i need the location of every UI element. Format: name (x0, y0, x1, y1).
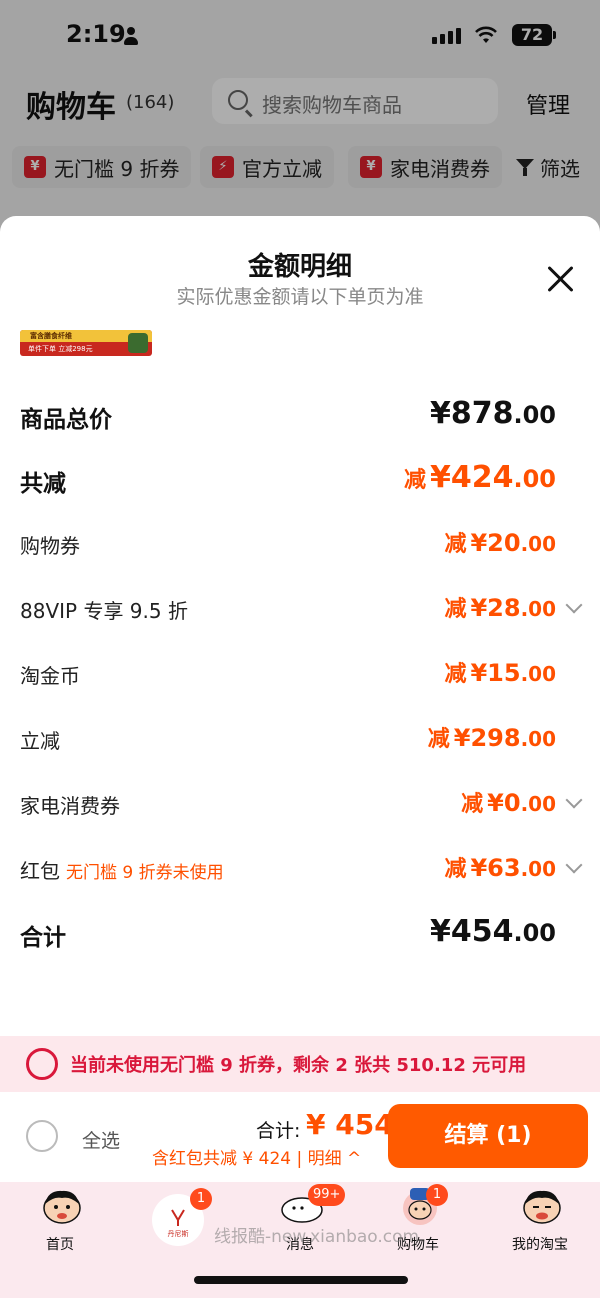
row-label: 家电消费券 (20, 794, 120, 818)
row-label: 合计 (20, 925, 66, 951)
row-value: 减 ¥28.00 (444, 594, 556, 622)
chevron-down-icon[interactable] (565, 596, 583, 614)
row-note: 无门槛 9 折券未使用 (66, 863, 224, 883)
row-label: 商品总价 (20, 407, 112, 433)
checkout-button[interactable]: 结算 (1) (388, 1104, 588, 1168)
product-thumbnail (128, 333, 148, 353)
row-value: 减 ¥424.00 (403, 460, 556, 495)
tab-my-taobao[interactable]: 我的淘宝 (490, 1186, 590, 1256)
coupon-radio[interactable] (26, 1048, 58, 1080)
total-value: ¥ 454 (306, 1108, 394, 1141)
select-all-checkbox[interactable] (26, 1120, 58, 1152)
sheet-title: 金额明细 (247, 252, 352, 282)
row-value: ¥878.00 (429, 396, 556, 431)
row-88vip[interactable]: 88VIP 专享 9.5 折 减 ¥28.00 (20, 591, 583, 631)
tab-label: 我的淘宝 (512, 1237, 568, 1253)
svg-text:丹尼斯: 丹尼斯 (168, 1229, 189, 1238)
close-icon[interactable] (546, 264, 576, 294)
row-value: 减 ¥298.00 (427, 724, 556, 752)
coupon-notice[interactable]: 当前未使用无门槛 9 折券，剩余 2 张共 510.12 元可用 (0, 1036, 600, 1092)
row-shopping-coupon: 购物券 减 ¥20.00 (20, 526, 580, 566)
row-value: 减 ¥15.00 (444, 659, 556, 687)
total-label: 合计: (256, 1120, 301, 1142)
row-label: 立减 (20, 729, 60, 753)
coupon-notice-text: 当前未使用无门槛 9 折券，剩余 2 张共 510.12 元可用 (70, 1055, 527, 1076)
row-total-discount: 共减 减 ¥424.00 (20, 460, 580, 500)
row-red-packet[interactable]: 红包 无门槛 9 折券未使用 减 ¥63.00 (20, 851, 583, 891)
store-badge: 1 (190, 1188, 212, 1210)
tab-store[interactable]: 丹尼斯 1 (128, 1186, 228, 1256)
select-all-label[interactable]: 全选 (82, 1126, 120, 1153)
promo-banner: 富含膳食纤维 单件下单 立减298元 (20, 330, 152, 356)
row-value: 减 ¥0.00 (461, 789, 556, 817)
row-grand-total: 合计 ¥454.00 (20, 914, 580, 954)
tab-home[interactable]: 首页 (10, 1186, 110, 1256)
chevron-down-icon[interactable] (565, 791, 583, 809)
row-label: 88VIP 专享 9.5 折 (20, 599, 188, 623)
row-label: 红包 无门槛 9 折券未使用 (20, 859, 224, 883)
profile-avatar-icon (523, 1190, 561, 1224)
row-goods-total: 商品总价 ¥878.00 (20, 396, 580, 436)
row-label: 购物券 (20, 534, 80, 558)
chevron-down-icon[interactable] (565, 856, 583, 874)
home-avatar-icon (43, 1190, 81, 1224)
row-appliance-coupon[interactable]: 家电消费券 减 ¥0.00 (20, 786, 583, 826)
row-value: ¥454.00 (429, 914, 556, 949)
home-indicator[interactable] (194, 1276, 408, 1284)
row-label: 共减 (20, 471, 66, 497)
row-label: 淘金币 (20, 664, 80, 688)
detail-link[interactable]: 含红包共减 ¥ 424 | 明细 ^ (152, 1144, 361, 1169)
row-value: 减 ¥63.00 (444, 854, 556, 882)
row-taojinbi: 淘金币 减 ¥15.00 (20, 656, 580, 696)
watermark: 线报酷-new.xianbao.com (214, 1227, 420, 1247)
sheet-subtitle: 实际优惠金额请以下单页为准 (176, 286, 424, 308)
checkout-bar: 全选 合计: ¥ 454 含红包共减 ¥ 424 | 明细 ^ 结算 (1) (0, 1092, 600, 1182)
tab-label: 首页 (46, 1237, 74, 1253)
messages-badge: 99+ (308, 1184, 346, 1206)
cart-badge: 1 (426, 1184, 448, 1206)
row-instant-discount: 立减 减 ¥298.00 (20, 721, 580, 761)
row-value: 减 ¥20.00 (444, 529, 556, 557)
